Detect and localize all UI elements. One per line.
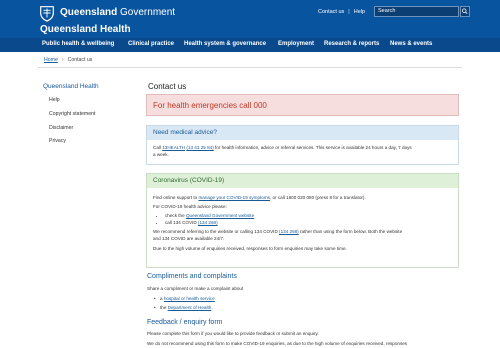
feedback-heading: Feedback / enquiry form xyxy=(147,319,223,326)
compliments-heading: Compliments and complaints xyxy=(147,273,237,280)
breadcrumb: Home › Contact us xyxy=(44,57,93,63)
134covid-phone-link-2[interactable]: (134 268) xyxy=(279,229,299,234)
covid-symptoms-link[interactable]: manage your COVID-19 symptoms xyxy=(198,195,269,200)
feedback-text: Please complete this form if you would l… xyxy=(147,331,319,336)
list-item: a hospital or health service xyxy=(154,296,215,301)
sidebar-title[interactable]: Queensland Health xyxy=(43,83,99,90)
sidebar-item-help[interactable]: Help xyxy=(49,97,60,103)
13health-link[interactable]: 13HEALTH xyxy=(162,145,185,150)
site-header: Queensland Government Queensland Health … xyxy=(0,0,500,38)
sidebar-item-disclaimer[interactable]: Disclaimer xyxy=(49,125,73,131)
nav-public-health[interactable]: Public health & wellbeing xyxy=(42,41,114,47)
covid-header: Coronavirus (COVID-19) xyxy=(147,174,458,188)
134covid-phone-link[interactable]: (134 268) xyxy=(198,220,218,225)
medical-advice-box: Need medical advice? Call 13HEALTH (13 4… xyxy=(146,125,459,165)
list-item: call 134 COVID (134 268) xyxy=(165,219,452,226)
nav-research-reports[interactable]: Research & reports xyxy=(324,41,379,47)
breadcrumb-current: Contact us xyxy=(67,57,93,63)
sidebar-item-copyright[interactable]: Copyright statement xyxy=(49,111,95,117)
search-input[interactable]: Search xyxy=(374,6,459,17)
list-item: the Department of Health. xyxy=(154,305,213,310)
hospital-service-link[interactable]: hospital or health service xyxy=(164,296,215,301)
utility-links: Contact us | Help xyxy=(318,9,366,15)
medical-advice-body: Call 13HEALTH (13 43 25 84) for health i… xyxy=(153,145,412,157)
qld-gov-website-link[interactable]: Queensland Government website xyxy=(186,213,254,218)
nav-health-system[interactable]: Health system & governance xyxy=(184,41,266,47)
contact-us-link[interactable]: Contact us xyxy=(318,9,344,15)
search-button[interactable] xyxy=(460,6,470,17)
sidebar-item-privacy[interactable]: Privacy xyxy=(49,138,66,144)
nav-employment[interactable]: Employment xyxy=(278,41,314,47)
feedback-text: We do not recommend using this form to m… xyxy=(147,341,408,346)
search-icon xyxy=(461,8,468,15)
emergency-alert: For health emergencies call 000 xyxy=(146,94,459,116)
13health-phone-link[interactable]: (13 43 25 84) xyxy=(186,145,213,150)
divider xyxy=(38,67,462,68)
queensland-crest-logo[interactable] xyxy=(38,4,56,22)
medical-advice-header: Need medical advice? xyxy=(147,126,458,140)
nav-clinical-practice[interactable]: Clinical practice xyxy=(128,41,174,47)
department-of-health-link[interactable]: Department of Health xyxy=(168,305,212,310)
page-title: Contact us xyxy=(148,82,187,91)
main-nav: Public health & wellbeing Clinical pract… xyxy=(0,38,500,52)
help-link[interactable]: Help xyxy=(354,9,365,15)
covid-heading: Coronavirus (COVID-19) xyxy=(153,177,225,184)
covid-body: Find online support to manage your COVID… xyxy=(147,188,458,256)
covid-box: Coronavirus (COVID-19) Find online suppo… xyxy=(146,173,459,268)
emergency-alert-text: For health emergencies call 000 xyxy=(153,101,267,110)
brand-name[interactable]: Queensland Government xyxy=(60,7,175,18)
site-title[interactable]: Queensland Health xyxy=(40,24,131,35)
breadcrumb-home[interactable]: Home xyxy=(44,57,58,63)
list-item: check the Queensland Government website xyxy=(165,212,452,219)
nav-news-events[interactable]: News & events xyxy=(390,41,432,47)
compliments-intro: Share a compliment or make a complaint a… xyxy=(147,286,244,291)
medical-advice-heading: Need medical advice? xyxy=(153,129,217,136)
